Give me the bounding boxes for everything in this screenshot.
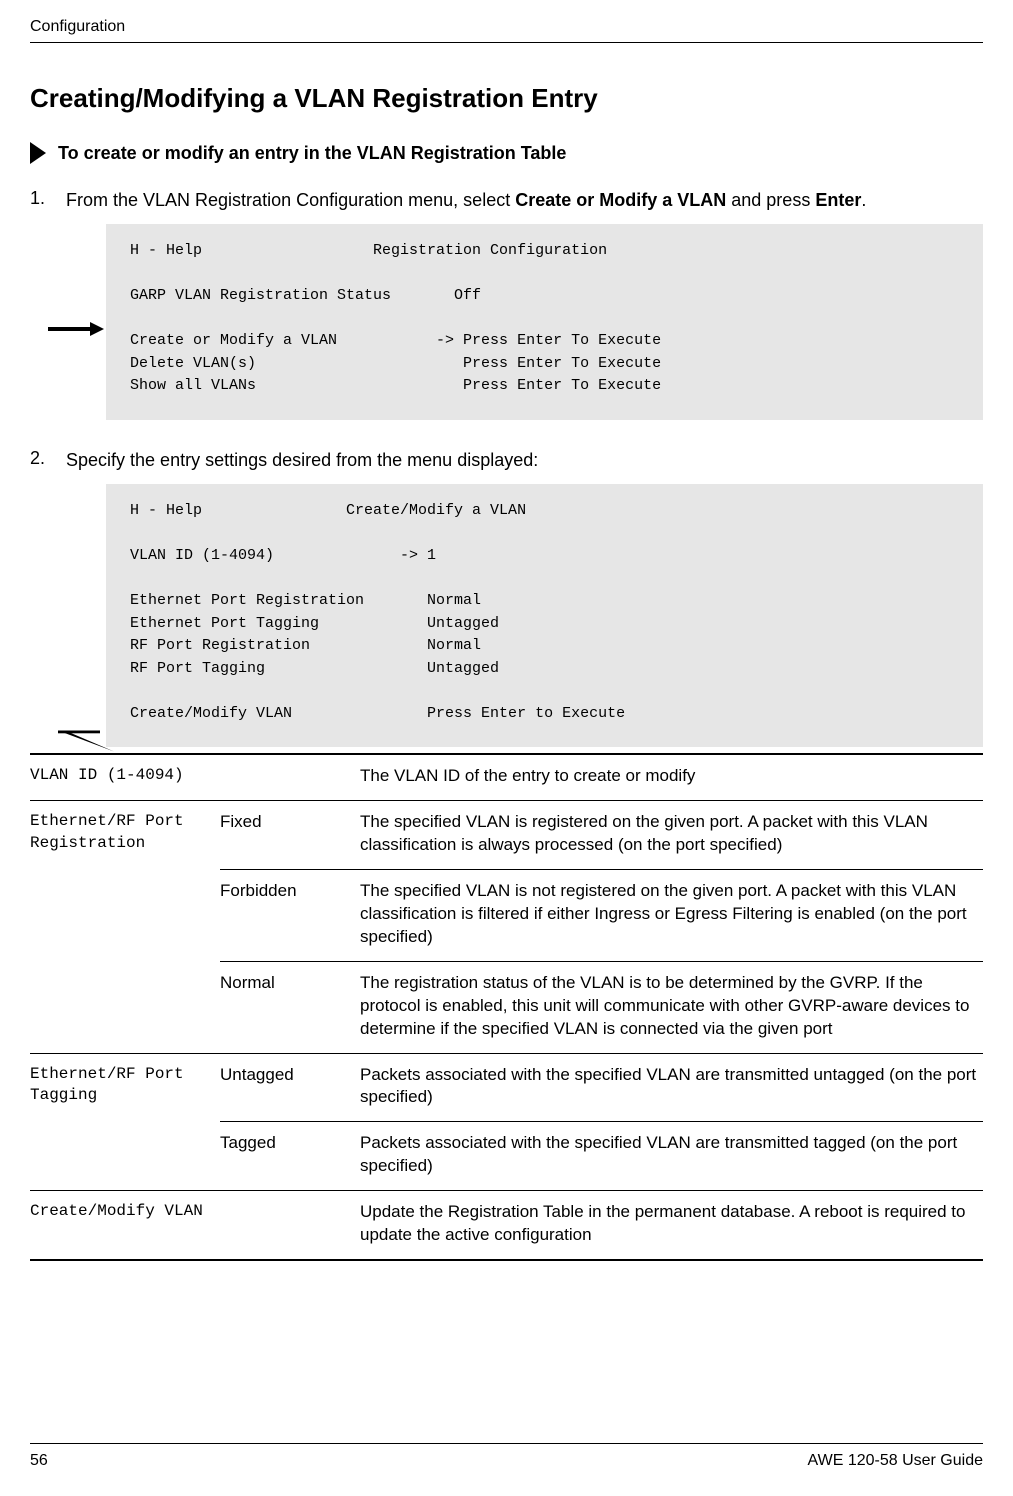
page-title: Creating/Modifying a VLAN Registration E… [30,83,983,114]
step-text: From the VLAN Registration Configuration… [66,188,983,212]
param-name: Ethernet/RF Port Tagging [30,1053,220,1122]
arrowhead-right-icon [30,142,46,164]
page-number: 56 [30,1452,48,1470]
param-description: Packets associated with the specified VL… [360,1053,983,1122]
param-name: VLAN ID (1-4094) [30,754,220,800]
param-option [220,1191,360,1260]
step-2: 2. Specify the entry settings desired fr… [30,448,983,472]
pointer-arrow-down-icon [58,726,114,756]
pointer-arrow-icon [48,322,104,336]
param-description: Packets associated with the specified VL… [360,1122,983,1191]
procedure-heading-text: To create or modify an entry in the VLAN… [58,143,566,164]
table-row: Ethernet/RF Port Registration Fixed The … [30,801,983,870]
table-row: VLAN ID (1-4094) The VLAN ID of the entr… [30,754,983,800]
code-block-2-wrap: H - Help Create/Modify a VLAN VLAN ID (1… [106,484,983,747]
page-footer: 56 AWE 120-58 User Guide [30,1443,983,1470]
terminal-output: H - Help Create/Modify a VLAN VLAN ID (1… [106,484,983,747]
param-name [30,869,220,961]
guide-name: AWE 120-58 User Guide [808,1452,983,1470]
table-row: Forbidden The specified VLAN is not regi… [30,869,983,961]
text-segment: and press [726,190,815,210]
param-description: The specified VLAN is registered on the … [360,801,983,870]
param-description: Update the Registration Table in the per… [360,1191,983,1260]
parameter-table: VLAN ID (1-4094) The VLAN ID of the entr… [30,753,983,1261]
param-option: Normal [220,961,360,1053]
param-name [30,961,220,1053]
param-description: The specified VLAN is not registered on … [360,869,983,961]
code-block-1-wrap: H - Help Registration Configuration GARP… [106,224,983,420]
text-segment: From the VLAN Registration Configuration… [66,190,515,210]
running-header: Configuration [30,18,983,43]
param-description: The registration status of the VLAN is t… [360,961,983,1053]
table-row: Ethernet/RF Port Tagging Untagged Packet… [30,1053,983,1122]
param-option: Tagged [220,1122,360,1191]
step-1: 1. From the VLAN Registration Configurat… [30,188,983,212]
param-name: Ethernet/RF Port Registration [30,801,220,870]
step-number: 1. [30,188,48,212]
param-description: The VLAN ID of the entry to create or mo… [360,754,983,800]
table-row: Tagged Packets associated with the speci… [30,1122,983,1191]
param-option: Fixed [220,801,360,870]
param-option: Untagged [220,1053,360,1122]
text-segment: . [861,190,866,210]
table-row: Normal The registration status of the VL… [30,961,983,1053]
section-name: Configuration [30,18,125,35]
step-number: 2. [30,448,48,472]
param-option [220,754,360,800]
bold-term: Enter [815,190,861,210]
terminal-output: H - Help Registration Configuration GARP… [106,224,983,420]
param-name: Create/Modify VLAN [30,1191,220,1260]
bold-term: Create or Modify a VLAN [515,190,726,210]
param-name [30,1122,220,1191]
procedure-heading: To create or modify an entry in the VLAN… [30,142,983,164]
table-row: Create/Modify VLAN Update the Registrati… [30,1191,983,1260]
step-text: Specify the entry settings desired from … [66,448,983,472]
param-option: Forbidden [220,869,360,961]
